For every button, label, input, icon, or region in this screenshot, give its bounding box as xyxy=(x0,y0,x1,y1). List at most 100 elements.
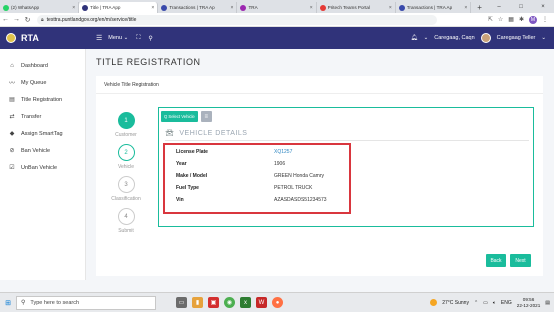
avatar[interactable] xyxy=(480,33,491,43)
tra-icon xyxy=(240,4,247,11)
step-vehicle[interactable]: 2 Vehicle xyxy=(106,144,146,170)
new-tab-icon[interactable]: + xyxy=(471,2,488,13)
taskbar-search-input[interactable]: ⚲ Type here to search xyxy=(16,295,156,310)
close-tab-icon[interactable]: × xyxy=(464,5,467,11)
check-icon: ☑ xyxy=(9,165,15,171)
forward-arrow-icon[interactable]: → xyxy=(11,16,22,23)
puzzle-icon[interactable]: ✱ xyxy=(519,16,524,23)
tab-title: TRA xyxy=(248,5,258,10)
menu-dropdown[interactable]: Menu ⌄ xyxy=(108,35,128,41)
taskbar-apps: ▭ ▮ ▣ ◉ x W ● xyxy=(176,297,283,308)
weather-text[interactable]: 27°C Sunny xyxy=(442,300,469,306)
highlight-box: License Plate XQ1257 Year 1906 Make / Mo… xyxy=(163,143,351,214)
language-indicator[interactable]: ENG xyxy=(501,300,512,306)
profile-avatar[interactable]: M xyxy=(529,15,537,24)
url-field[interactable]: 🔒︎ testtra.puntlandgov.org/en/m/service/… xyxy=(37,14,437,25)
user-name[interactable]: Caregaag, Caqn xyxy=(434,35,474,41)
share-icon[interactable]: ⇱ xyxy=(488,16,493,23)
transfer-icon: ⇄ xyxy=(9,114,15,120)
tab-title: Transactions | TRA Ap xyxy=(406,5,453,10)
sun-icon xyxy=(430,299,438,306)
next-button[interactable]: Next xyxy=(510,254,531,267)
volume-icon[interactable]: 🔈︎ xyxy=(493,300,496,306)
step-number: 3 xyxy=(117,176,135,193)
select-vehicle-button[interactable]: Q Select Vehicle xyxy=(161,111,198,122)
network-icon[interactable]: ▭ xyxy=(483,300,488,306)
maximize-icon[interactable]: □ xyxy=(510,4,532,10)
tra-app-icon xyxy=(82,4,89,11)
search-icon[interactable]: ⚲ xyxy=(148,35,152,42)
browser-address-bar: ← → ↻ 🔒︎ testtra.puntlandgov.org/en/m/se… xyxy=(0,13,554,27)
back-button[interactable]: Back xyxy=(486,254,506,267)
field-value: AZASDASDS51234573 xyxy=(274,197,327,203)
reload-icon[interactable]: ↻ xyxy=(22,16,33,24)
license-plate-link[interactable]: XQ1257 xyxy=(274,149,364,155)
sidebar-item-label: Dashboard xyxy=(21,62,48,69)
browser-tab[interactable]: Pritech Teams Portal × xyxy=(317,2,396,13)
sidebar-item-title-registration[interactable]: ▤ Title Registration xyxy=(0,91,85,108)
browser-tab-active[interactable]: Title | TRA App × xyxy=(79,2,159,13)
app-icon[interactable]: ▣ xyxy=(208,297,219,308)
windows-start-icon[interactable]: ⊞ xyxy=(0,299,16,307)
task-view-icon[interactable]: ▭ xyxy=(176,297,187,308)
back-arrow-icon[interactable]: ← xyxy=(0,16,11,23)
close-tab-icon[interactable]: × xyxy=(231,5,234,11)
home-icon: ⌂ xyxy=(10,62,14,69)
sidebar-item-assign-smarttag[interactable]: ◆ Assign SmartTag xyxy=(0,125,85,142)
vehicle-panel: Q Select Vehicle ≡ 🚘︎ VEHICLE DETAILS Li… xyxy=(158,107,534,227)
browser-tab[interactable]: Transactions | TRA Ap × xyxy=(396,2,472,13)
kebab-menu-icon[interactable]: ⋮ xyxy=(542,16,548,23)
hamburger-icon[interactable]: ☰ xyxy=(96,34,102,42)
tab-title: Pritech Teams Portal xyxy=(327,5,370,10)
notification-icon[interactable]: ▤ xyxy=(545,300,550,306)
card-title: Vehicle Title Registration xyxy=(104,82,159,88)
browser-tab[interactable]: (2) WhatsApp × xyxy=(0,2,80,13)
wps-icon[interactable]: W xyxy=(256,297,267,308)
close-window-icon[interactable]: × xyxy=(532,4,554,10)
minimize-icon[interactable]: – xyxy=(488,4,510,10)
user-area: 🔔︎ ⌄ Caregaag, Caqn Caregaag Teller ⌄ xyxy=(411,33,554,43)
sidebar-item-my-queue[interactable]: 〰 My Queue xyxy=(0,74,85,91)
sidebar-item-transfer[interactable]: ⇄ Transfer xyxy=(0,108,85,125)
sidebar-item-ban-vehicle[interactable]: ⊘ Ban Vehicle xyxy=(0,142,85,159)
browser-tab[interactable]: Transactions | TRA Ap × xyxy=(158,2,238,13)
whatsapp-icon xyxy=(3,4,9,11)
list-icon[interactable]: ≡ xyxy=(200,111,212,122)
chevron-down-icon[interactable]: ⌄ xyxy=(424,35,429,41)
lock-icon: 🔒︎ xyxy=(41,16,44,23)
firefox-icon[interactable]: ● xyxy=(272,297,283,308)
user-role[interactable]: Caregaag Teller xyxy=(497,35,536,41)
close-tab-icon[interactable]: × xyxy=(72,5,75,11)
field-key: Make / Model xyxy=(176,173,208,179)
close-tab-icon[interactable]: × xyxy=(389,5,392,11)
step-customer[interactable]: 1 Customer xyxy=(106,112,146,138)
file-explorer-icon[interactable]: ▮ xyxy=(192,297,203,308)
close-tab-icon[interactable]: × xyxy=(310,5,313,11)
chevron-down-icon[interactable]: ⌄ xyxy=(541,35,546,41)
browser-toolbar-icons: ⇱ ☆ ▦ ✱ M ⋮ xyxy=(488,15,554,24)
divider xyxy=(165,140,529,141)
clock[interactable]: 09:56 22-12-2021 xyxy=(517,297,541,309)
chrome-icon[interactable]: ◉ xyxy=(224,297,235,308)
excel-icon[interactable]: x xyxy=(240,297,251,308)
step-submit[interactable]: 4 Submit xyxy=(106,208,146,234)
sidebar-item-label: Assign SmartTag xyxy=(21,130,63,137)
system-tray: 27°C Sunny ⌃ ▭ 🔈︎ ENG 09:56 22-12-2021 ▤ xyxy=(430,297,554,309)
sidebar-item-unban-vehicle[interactable]: ☑ UnBan Vehicle xyxy=(0,159,85,176)
close-tab-icon[interactable]: × xyxy=(151,5,154,11)
chevron-up-icon[interactable]: ⌃ xyxy=(474,300,478,306)
field-key: Year xyxy=(176,161,187,167)
bell-icon[interactable]: 🔔︎ xyxy=(411,35,418,41)
sidebar-item-dashboard[interactable]: ⌂ Dashboard xyxy=(0,57,85,74)
fullscreen-icon[interactable]: ⛶ xyxy=(136,35,140,42)
ban-icon: ⊘ xyxy=(9,148,15,154)
divider xyxy=(96,93,543,94)
step-classification[interactable]: 3 Classification xyxy=(106,176,146,202)
extension-icon[interactable]: ▦ xyxy=(508,16,514,23)
search-placeholder: Type here to search xyxy=(30,299,80,306)
sidebar-item-label: Title Registration xyxy=(21,96,63,103)
brand[interactable]: RTA xyxy=(0,33,86,43)
star-icon[interactable]: ☆ xyxy=(498,16,503,23)
field-value: GREEN Honda Camry xyxy=(274,173,325,179)
browser-tab[interactable]: TRA × xyxy=(237,2,317,13)
